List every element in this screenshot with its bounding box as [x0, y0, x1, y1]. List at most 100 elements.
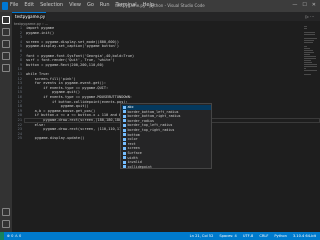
code-line[interactable]: pygame.init() [26, 31, 54, 35]
suggestion-item[interactable]: collidepoint [122, 165, 211, 170]
minimap-line [304, 26, 308, 27]
suggestion-label: color [127, 137, 138, 142]
minimap-line [304, 58, 316, 59]
property-icon [123, 151, 126, 155]
minimize-icon[interactable]: — [292, 2, 297, 8]
code-line[interactable]: for events in pygame.event.get(): [26, 81, 106, 85]
suggestion-label: border_bottom_right_radius [127, 114, 181, 119]
property-icon [123, 123, 126, 127]
minimap[interactable] [304, 26, 318, 86]
minimap-line [304, 66, 317, 67]
line-number: 11 [17, 72, 22, 76]
minimap-line [304, 62, 312, 63]
property-icon [123, 146, 126, 150]
window-title: testpygame.py - python - Visual Studio C… [115, 3, 205, 8]
line-number: 15 [17, 90, 22, 95]
suggestion-label: border_radius [127, 118, 155, 123]
title-bar: File Edit Selection View Go Run Terminal Help t… [0, 0, 320, 12]
maximize-icon[interactable]: ☐ [302, 2, 306, 8]
tab-testpygame[interactable]: testpygame.py [12, 12, 46, 21]
minimap-line [304, 48, 310, 49]
suggestion-label: invalid [127, 160, 142, 165]
run-file-button[interactable]: ▷ ⋯ [306, 14, 314, 19]
code-line[interactable]: pygame.quit() [26, 104, 89, 108]
remote-indicator-icon[interactable] [0, 232, 4, 240]
suggestion-label: border_top_right_radius [127, 128, 175, 132]
line-number: 1 [19, 26, 22, 30]
autocomplete-suggestions[interactable]: abc border_bottom_left_radius border_botto… [120, 103, 212, 169]
activity-bar [0, 12, 12, 232]
suggestion-label: Surface [127, 151, 142, 155]
minimap-line [304, 56, 317, 57]
suggestion-label: border_bottom_left_radius [127, 109, 179, 114]
problems-indicator[interactable]: ⊗ 0 ⚠ 0 [7, 234, 21, 238]
suggestion-label: rect [127, 141, 136, 146]
property-icon [123, 119, 126, 123]
minimap-line [304, 70, 317, 71]
code-line[interactable]: surf = font.render('Quit', True, 'white'… [26, 58, 115, 62]
run-debug-icon[interactable] [2, 52, 10, 60]
code-line[interactable]: pygame.display.set_caption('pygame butto… [26, 44, 119, 48]
minimap-line [304, 46, 307, 47]
line-number: 14 [17, 85, 22, 90]
close-icon[interactable]: ✕ [312, 2, 316, 8]
code-line[interactable]: pygame.display.update() [26, 136, 85, 140]
suggestion-label: abc [127, 105, 134, 109]
suggestion-label: bottom [127, 132, 140, 137]
line-number: 13 [17, 81, 22, 86]
status-item[interactable]: Python [274, 234, 286, 238]
tab-bar: testpygame.py ▷ ⋯ [12, 12, 320, 21]
source-control-icon[interactable] [2, 40, 10, 48]
code-line[interactable]: while True: [26, 72, 50, 76]
property-icon [123, 110, 126, 114]
property-icon [123, 165, 126, 169]
window-controls: — ☐ ✕ [292, 2, 316, 8]
code-line[interactable]: pygame.quit() [26, 90, 80, 94]
line-number: 22 [17, 122, 22, 127]
status-item[interactable]: CRLF [259, 234, 268, 238]
line-number: 20 [17, 113, 22, 118]
line-number: 21 [17, 118, 22, 122]
line-number: 17 [17, 99, 22, 104]
status-item[interactable]: 3.10.4 64-bit [293, 234, 316, 238]
code-line[interactable]: screen.fill('pink') [26, 77, 76, 81]
line-number: 6 [19, 49, 22, 53]
suggestion-label: width [127, 155, 138, 160]
status-item[interactable]: Ln 21, Col 52 [190, 234, 214, 238]
code-line[interactable]: font = pygame.font.SysFont('Georgia',40,… [26, 54, 134, 58]
status-bar: ⊗ 0 ⚠ 0 Ln 21, Col 52 Spaces: 4 UTF-8 CRLF P… [0, 232, 320, 240]
account-icon[interactable] [2, 208, 10, 216]
minimap-line [304, 32, 315, 33]
minimap-line [304, 28, 308, 29]
gear-icon[interactable] [2, 220, 10, 228]
code-line[interactable]: if button.collidepoint(events.pos): [26, 100, 128, 104]
code-line[interactable]: import pygame [26, 26, 54, 30]
status-item[interactable]: Spaces: 4 [219, 234, 236, 238]
minimap-line [304, 42, 313, 43]
property-icon [123, 114, 126, 118]
line-number: 5 [19, 44, 22, 49]
status-item[interactable]: UTF-8 [243, 234, 253, 238]
search-icon[interactable] [2, 28, 10, 36]
code-line[interactable]: else: [26, 123, 46, 127]
code-line[interactable]: screen = pygame.display.set_mode((800,60… [26, 40, 119, 44]
suggestion-label: border_top_left_radius [127, 123, 173, 128]
suggestion-label: collidepoint [127, 164, 153, 169]
extensions-icon[interactable] [2, 64, 10, 72]
minimap-line [304, 40, 315, 41]
line-number: 3 [19, 35, 22, 40]
line-number: 19 [17, 108, 22, 113]
code-line[interactable]: button = pygame.Rect(200,200,110,60) [26, 63, 104, 67]
property-icon [123, 137, 126, 141]
property-icon [123, 128, 126, 132]
code-line[interactable]: a,b = pygame.mouse.get_pos() [26, 109, 96, 113]
code-line[interactable]: if events.type == pygame.QUIT: [26, 86, 108, 90]
explorer-icon[interactable] [2, 16, 10, 24]
code-line[interactable]: if button.x <= a <= button.x + 110 and b… [26, 113, 135, 117]
property-icon [123, 105, 126, 109]
minimap-line [304, 52, 314, 53]
line-number: 24 [17, 131, 22, 136]
property-icon [123, 133, 126, 137]
code-line[interactable]: if events.type == pygame.MOUSEBUTTONDOWN… [26, 95, 132, 99]
suggestion-label: screen [127, 146, 140, 151]
